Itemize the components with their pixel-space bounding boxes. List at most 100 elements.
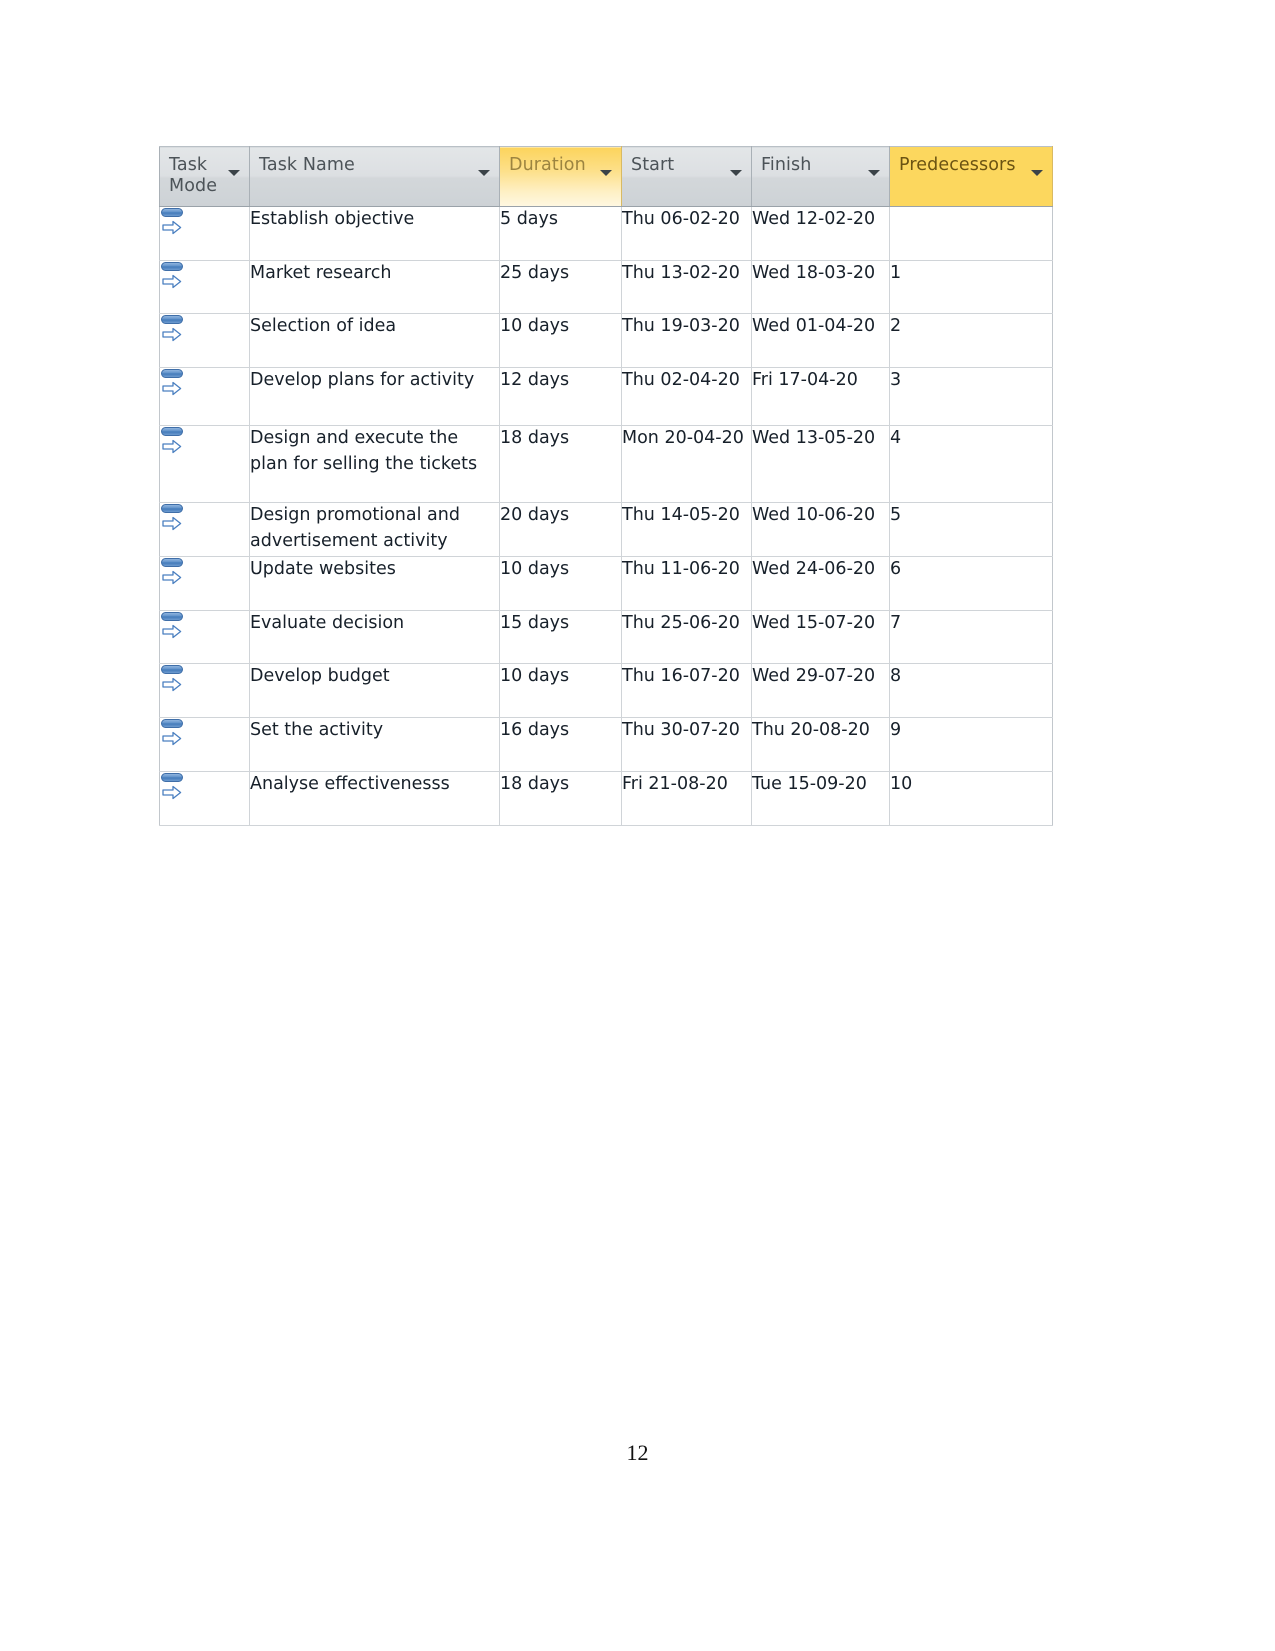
manually-scheduled-task-icon[interactable]: [160, 368, 186, 398]
cell-start[interactable]: Fri 21-08-20: [621, 771, 752, 826]
cell-task-mode[interactable]: [159, 717, 250, 772]
cell-predecessors[interactable]: 6: [889, 556, 1053, 611]
column-header-task-mode[interactable]: Task Mode: [159, 146, 250, 207]
manually-scheduled-task-icon[interactable]: [160, 261, 186, 291]
column-header-predecessors[interactable]: Predecessors: [889, 146, 1053, 207]
manually-scheduled-task-icon[interactable]: [160, 314, 186, 344]
cell-start[interactable]: Thu 06-02-20: [621, 206, 752, 261]
column-header-duration[interactable]: Duration: [499, 146, 622, 207]
table-row[interactable]: Develop plans for activity 12 days Thu 02-…: [159, 367, 1053, 426]
cell-duration[interactable]: 5 days: [499, 206, 622, 261]
cell-task-mode[interactable]: [159, 425, 250, 503]
manually-scheduled-task-icon[interactable]: [160, 557, 186, 587]
cell-task-name[interactable]: Analyse effectivenesss: [249, 771, 500, 826]
table-row[interactable]: Design promotional and advertisement act…: [159, 502, 1053, 557]
cell-finish[interactable]: Wed 13-05-20: [751, 425, 890, 503]
cell-task-mode[interactable]: [159, 556, 250, 611]
cell-duration[interactable]: 18 days: [499, 425, 622, 503]
cell-start[interactable]: Mon 20-04-20: [621, 425, 752, 503]
cell-predecessors[interactable]: 2: [889, 313, 1053, 368]
cell-task-mode[interactable]: [159, 206, 250, 261]
cell-task-name[interactable]: Evaluate decision: [249, 610, 500, 664]
cell-finish[interactable]: Wed 10-06-20: [751, 502, 890, 557]
manually-scheduled-task-icon[interactable]: [160, 426, 186, 456]
table-row[interactable]: Selection of idea 10 days Thu 19-03-20 Wed …: [159, 313, 1053, 368]
chevron-down-icon[interactable]: [868, 170, 880, 176]
cell-task-mode[interactable]: [159, 502, 250, 557]
cell-start[interactable]: Thu 25-06-20: [621, 610, 752, 664]
cell-finish[interactable]: Thu 20-08-20: [751, 717, 890, 772]
cell-duration[interactable]: 16 days: [499, 717, 622, 772]
cell-finish[interactable]: Wed 12-02-20: [751, 206, 890, 261]
cell-start[interactable]: Thu 16-07-20: [621, 663, 752, 718]
cell-finish[interactable]: Wed 29-07-20: [751, 663, 890, 718]
cell-task-name[interactable]: Design and execute the plan for selling …: [249, 425, 500, 503]
cell-start[interactable]: Thu 30-07-20: [621, 717, 752, 772]
manually-scheduled-task-icon[interactable]: [160, 207, 186, 237]
cell-task-name[interactable]: Establish objective: [249, 206, 500, 261]
cell-duration[interactable]: 18 days: [499, 771, 622, 826]
table-row[interactable]: Design and execute the plan for selling …: [159, 425, 1053, 503]
cell-predecessors[interactable]: 3: [889, 367, 1053, 426]
cell-finish[interactable]: Wed 15-07-20: [751, 610, 890, 664]
cell-duration[interactable]: 10 days: [499, 663, 622, 718]
table-row[interactable]: Update websites 10 days Thu 11-06-20 Wed 24…: [159, 556, 1053, 611]
cell-finish[interactable]: Fri 17-04-20: [751, 367, 890, 426]
cell-duration[interactable]: 25 days: [499, 260, 622, 314]
cell-task-name[interactable]: Develop budget: [249, 663, 500, 718]
cell-start[interactable]: Thu 14-05-20: [621, 502, 752, 557]
cell-task-name[interactable]: Design promotional and advertisement act…: [249, 502, 500, 557]
cell-start[interactable]: Thu 19-03-20: [621, 313, 752, 368]
cell-task-mode[interactable]: [159, 260, 250, 314]
cell-duration[interactable]: 20 days: [499, 502, 622, 557]
project-task-table[interactable]: Task Mode Task Name Duration Start Finis…: [159, 146, 1053, 826]
cell-finish[interactable]: Wed 24-06-20: [751, 556, 890, 611]
cell-task-mode[interactable]: [159, 663, 250, 718]
cell-task-mode[interactable]: [159, 771, 250, 826]
cell-task-name[interactable]: Develop plans for activity: [249, 367, 500, 426]
cell-predecessors[interactable]: 5: [889, 502, 1053, 557]
chevron-down-icon[interactable]: [228, 170, 240, 176]
cell-task-mode[interactable]: [159, 367, 250, 426]
cell-predecessors[interactable]: 4: [889, 425, 1053, 503]
manually-scheduled-task-icon[interactable]: [160, 611, 186, 641]
cell-task-mode[interactable]: [159, 610, 250, 664]
cell-predecessors[interactable]: 7: [889, 610, 1053, 664]
table-body[interactable]: Establish objective 5 days Thu 06-02-20 Wed…: [159, 206, 1053, 826]
cell-finish[interactable]: Wed 18-03-20: [751, 260, 890, 314]
cell-predecessors[interactable]: 1: [889, 260, 1053, 314]
cell-duration[interactable]: 15 days: [499, 610, 622, 664]
cell-predecessors[interactable]: [889, 206, 1053, 261]
cell-task-name[interactable]: Market research: [249, 260, 500, 314]
table-row[interactable]: Develop budget 10 days Thu 16-07-20 Wed 29-…: [159, 663, 1053, 718]
table-row[interactable]: Analyse effectivenesss 18 days Fri 21-08-2…: [159, 771, 1053, 826]
chevron-down-icon[interactable]: [478, 170, 490, 176]
manually-scheduled-task-icon[interactable]: [160, 503, 186, 533]
cell-duration[interactable]: 10 days: [499, 556, 622, 611]
table-row[interactable]: Evaluate decision 15 days Thu 25-06-20 Wed …: [159, 610, 1053, 664]
column-header-task-name[interactable]: Task Name: [249, 146, 500, 207]
manually-scheduled-task-icon[interactable]: [160, 664, 186, 694]
chevron-down-icon[interactable]: [730, 170, 742, 176]
cell-duration[interactable]: 12 days: [499, 367, 622, 426]
cell-duration[interactable]: 10 days: [499, 313, 622, 368]
cell-predecessors[interactable]: 8: [889, 663, 1053, 718]
cell-start[interactable]: Thu 11-06-20: [621, 556, 752, 611]
table-row[interactable]: Establish objective 5 days Thu 06-02-20 Wed…: [159, 206, 1053, 261]
table-row[interactable]: Set the activity 16 days Thu 30-07-20 Thu 2…: [159, 717, 1053, 772]
cell-finish[interactable]: Wed 01-04-20: [751, 313, 890, 368]
cell-finish[interactable]: Tue 15-09-20: [751, 771, 890, 826]
cell-task-name[interactable]: Update websites: [249, 556, 500, 611]
cell-predecessors[interactable]: 9: [889, 717, 1053, 772]
chevron-down-icon[interactable]: [1031, 170, 1043, 176]
chevron-down-icon[interactable]: [600, 170, 612, 176]
manually-scheduled-task-icon[interactable]: [160, 772, 186, 802]
column-header-finish[interactable]: Finish: [751, 146, 890, 207]
manually-scheduled-task-icon[interactable]: [160, 718, 186, 748]
cell-predecessors[interactable]: 10: [889, 771, 1053, 826]
cell-task-mode[interactable]: [159, 313, 250, 368]
column-header-start[interactable]: Start: [621, 146, 752, 207]
cell-start[interactable]: Thu 13-02-20: [621, 260, 752, 314]
cell-start[interactable]: Thu 02-04-20: [621, 367, 752, 426]
cell-task-name[interactable]: Set the activity: [249, 717, 500, 772]
